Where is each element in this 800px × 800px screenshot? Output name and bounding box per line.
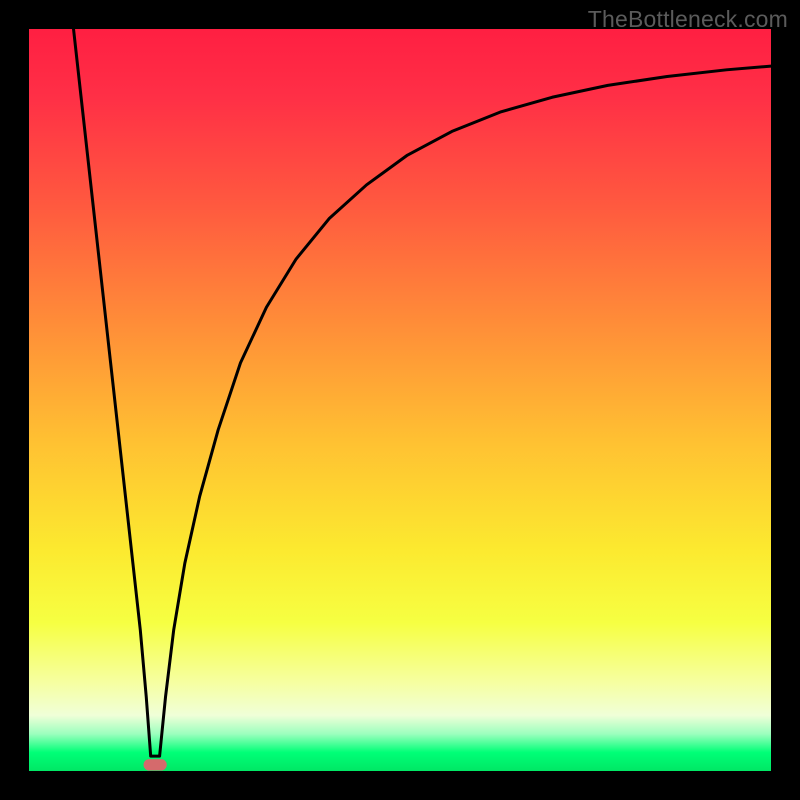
marker-group — [144, 760, 166, 770]
curve-group — [74, 29, 771, 756]
minimum-marker — [144, 760, 166, 770]
watermark-text: TheBottleneck.com — [588, 6, 788, 33]
bottleneck-curve-plot — [29, 29, 771, 771]
bottleneck-curve — [74, 29, 771, 756]
plot-area — [29, 29, 771, 771]
chart-frame: TheBottleneck.com — [0, 0, 800, 800]
